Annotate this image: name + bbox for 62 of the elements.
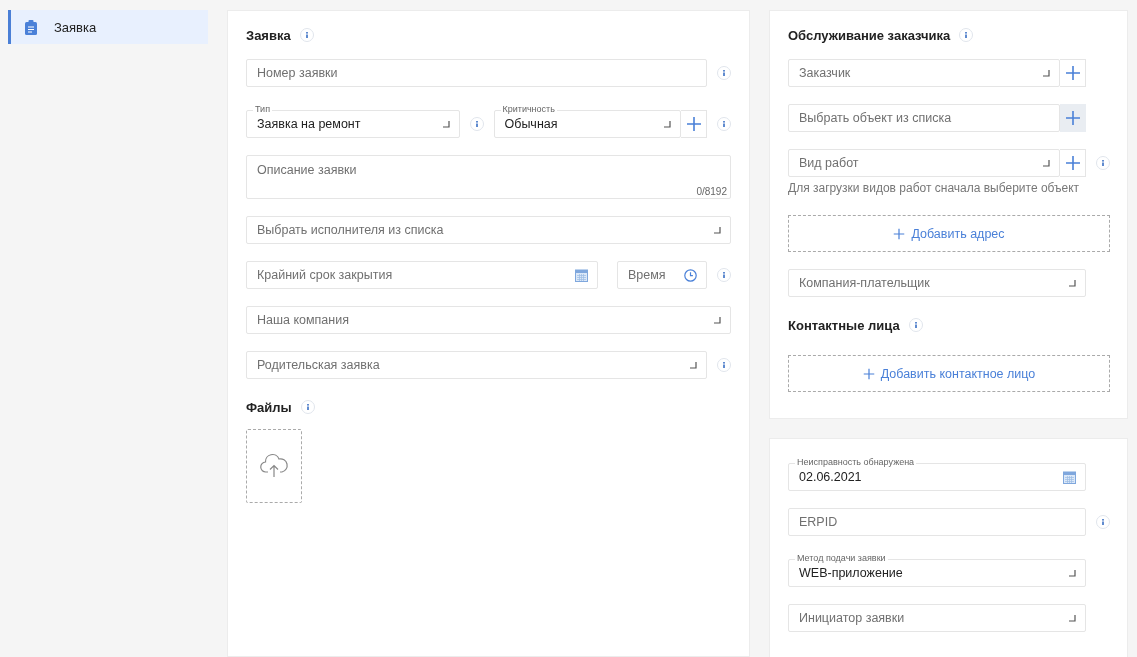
cloud-upload-icon	[259, 453, 289, 479]
add-button[interactable]	[1060, 104, 1086, 132]
info-icon[interactable]	[299, 28, 314, 42]
dropdown-icon	[714, 227, 721, 234]
clipboard-icon	[25, 19, 37, 35]
dropdown[interactable]: Компания-плательщик	[788, 269, 1086, 297]
plus-icon	[1064, 155, 1081, 171]
time-field[interactable]: Время	[617, 261, 707, 289]
section-title: Файлы	[246, 399, 292, 415]
info-icon[interactable]	[908, 318, 923, 332]
section-title: Обслуживание заказчика	[788, 27, 951, 43]
plus-icon	[862, 367, 875, 380]
dropdown[interactable]: Заказчик	[788, 59, 1060, 87]
info-icon[interactable]	[959, 28, 974, 42]
field-label: Неисправность обнаружена	[795, 457, 917, 467]
dropdown[interactable]: Наша компания	[246, 306, 731, 334]
sidebar-item[interactable]: Заявка	[8, 10, 208, 44]
input-field[interactable]: ERPID	[788, 508, 1086, 536]
plus-icon	[1064, 65, 1081, 81]
add-button[interactable]	[1060, 149, 1086, 177]
section-title: Контактные лица	[788, 317, 900, 333]
calendar-icon[interactable]	[1063, 471, 1076, 484]
input-field[interactable]: Номер заявки	[246, 59, 707, 87]
dropdown-icon	[1069, 570, 1076, 577]
dropdown-icon	[442, 121, 450, 128]
clock-icon[interactable]	[684, 269, 697, 282]
dropdown-icon	[1043, 160, 1050, 167]
upload-dropzone[interactable]	[246, 429, 302, 503]
dropdown[interactable]: Вид работ	[788, 149, 1060, 177]
dropdown[interactable]: Выбрать исполнителя из списка	[246, 216, 731, 244]
info-icon[interactable]	[1096, 156, 1110, 170]
hint-text: Для загрузки видов работ сначала выберите объект	[788, 181, 1081, 195]
dropdown-icon	[1069, 280, 1076, 287]
info-icon[interactable]	[717, 268, 731, 282]
dropdown-icon	[714, 317, 721, 324]
field-label: Критичность	[500, 104, 557, 114]
add-button[interactable]	[681, 110, 707, 138]
plus-icon	[893, 227, 906, 240]
dropdown-icon	[690, 362, 697, 369]
add-button[interactable]: Добавить адрес	[788, 215, 1110, 252]
info-icon[interactable]	[300, 400, 315, 414]
dropdown-icon	[1069, 615, 1076, 622]
calendar-icon[interactable]	[575, 269, 588, 282]
dropdown[interactable]: Родительская заявка	[246, 351, 707, 379]
field-label: Тип	[253, 104, 272, 114]
section-title: Заявка	[246, 27, 291, 43]
input-field[interactable]: Выбрать объект из списка	[788, 104, 1060, 132]
date-field[interactable]: Крайний срок закрытия	[246, 261, 598, 289]
plus-icon	[1064, 110, 1081, 126]
info-icon[interactable]	[469, 117, 484, 131]
dropdown-icon	[664, 121, 671, 128]
add-button[interactable]: Добавить контактное лицо	[788, 355, 1110, 392]
info-icon[interactable]	[1096, 515, 1110, 529]
dropdown[interactable]: Инициатор заявки	[788, 604, 1086, 632]
info-icon[interactable]	[717, 117, 731, 131]
char-counter: 0/8192	[696, 186, 727, 197]
plus-icon	[685, 116, 702, 132]
info-icon[interactable]	[717, 66, 731, 80]
field-label: Метод подачи заявки	[795, 553, 888, 563]
info-icon[interactable]	[717, 358, 731, 372]
dropdown-icon	[1043, 70, 1050, 77]
add-button[interactable]	[1060, 59, 1086, 87]
